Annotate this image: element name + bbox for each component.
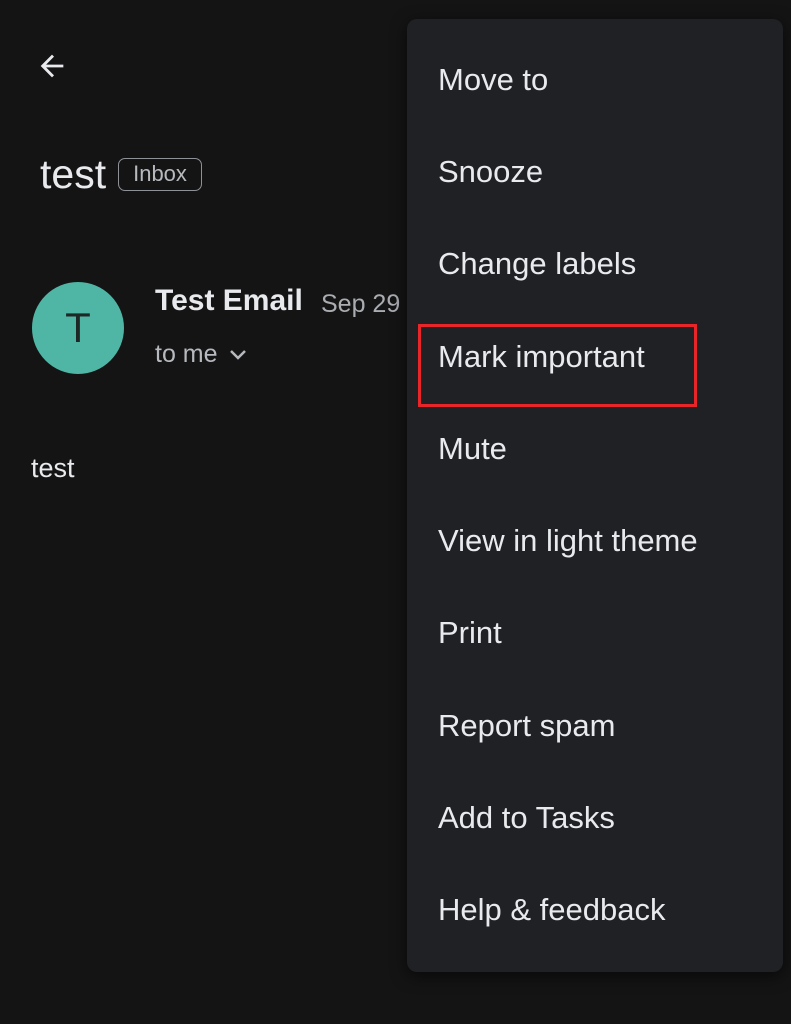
arrow-left-icon [40,54,64,78]
menu-item-add-to-tasks[interactable]: Add to Tasks [407,782,783,854]
back-button[interactable] [28,44,76,88]
chevron-down-icon [229,349,246,360]
subject-line: test Inbox [40,150,202,198]
menu-item-snooze[interactable]: Snooze [407,136,783,208]
menu-item-report-spam[interactable]: Report spam [407,690,783,762]
menu-item-change-labels[interactable]: Change labels [407,228,783,300]
email-date: Sep 29 [321,290,401,318]
email-subject: test [40,151,107,197]
overflow-menu: Move to Snooze Change labels Mark import… [407,19,783,972]
email-view-screen: test Inbox T Test Email Sep 29 to me tes… [0,0,791,1024]
recipient-details-toggle[interactable]: to me [155,340,248,369]
sender-avatar[interactable]: T [32,282,124,374]
label-chip-inbox[interactable]: Inbox [118,157,202,191]
menu-item-view-light-theme[interactable]: View in light theme [407,505,783,577]
avatar-letter: T [65,304,91,351]
menu-item-print[interactable]: Print [407,597,783,669]
menu-item-mark-important[interactable]: Mark important [407,321,783,393]
menu-item-move-to[interactable]: Move to [407,44,783,116]
menu-item-help-feedback[interactable]: Help & feedback [407,874,783,946]
recipient-text: to me [155,340,218,368]
sender-name: Test Email [155,284,303,317]
menu-item-mute[interactable]: Mute [407,413,783,485]
email-body: test [31,453,75,483]
